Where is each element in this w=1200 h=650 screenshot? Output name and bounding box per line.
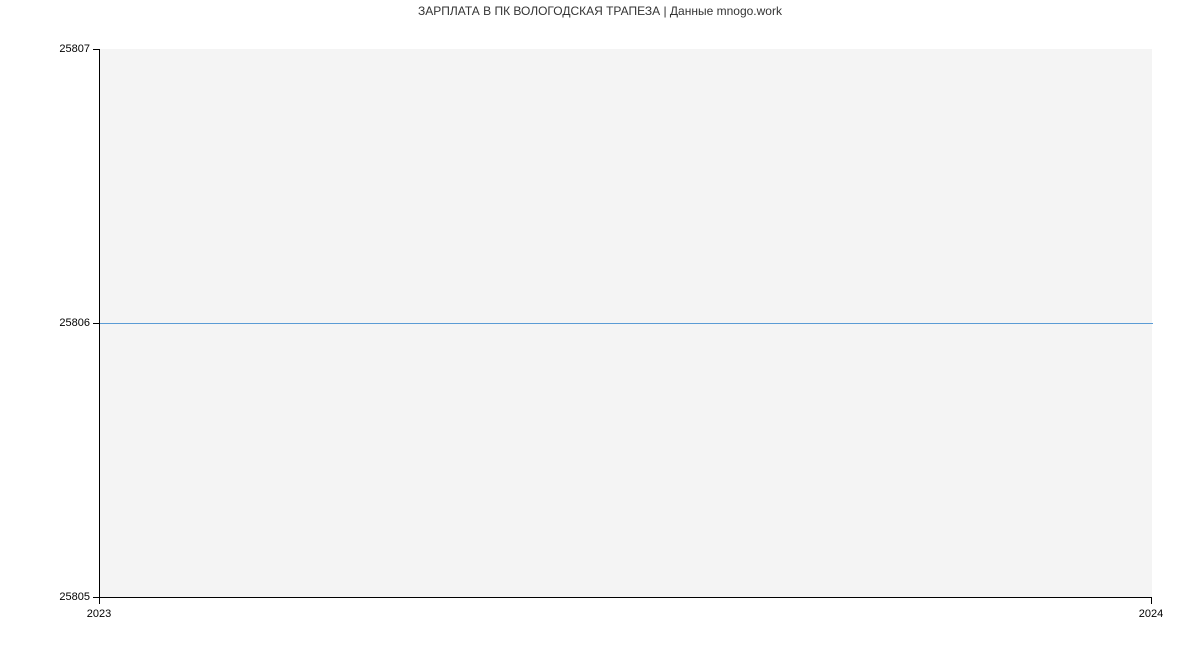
y-tick-mark: [93, 49, 99, 50]
x-tick-mark: [99, 598, 100, 604]
x-tick-label: 2024: [1136, 608, 1166, 620]
y-tick-label: 25806: [50, 317, 90, 329]
y-tick-mark: [93, 323, 99, 324]
x-tick-label: 2023: [84, 608, 114, 620]
data-line: [100, 323, 1153, 324]
salary-chart: ЗАРПЛАТА В ПК ВОЛОГОДСКАЯ ТРАПЕЗА | Данн…: [0, 0, 1200, 650]
x-tick-mark: [1151, 598, 1152, 604]
y-tick-label: 25807: [50, 43, 90, 55]
y-tick-label: 25805: [50, 591, 90, 603]
plot-area: [99, 49, 1152, 598]
chart-title: ЗАРПЛАТА В ПК ВОЛОГОДСКАЯ ТРАПЕЗА | Данн…: [0, 4, 1200, 18]
